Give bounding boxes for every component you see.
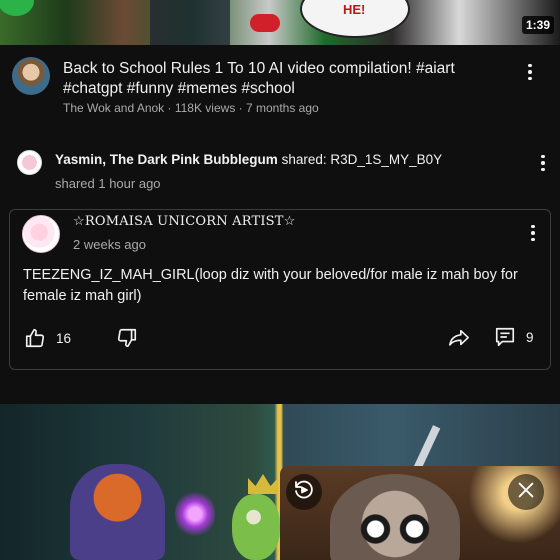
shared-post-header: Yasmin, The Dark Pink Bubblegum shared: … [0, 140, 560, 200]
dislike-button[interactable] [116, 327, 138, 349]
thumbnail-potion [175, 489, 215, 539]
post-body-text: TEEZENG_IZ_MAH_GIRL(loop diz with your b… [23, 267, 518, 304]
close-mini-player-button[interactable] [508, 474, 544, 510]
post-time: 2 weeks ago [73, 237, 146, 252]
replay-icon [292, 478, 316, 507]
comments-button[interactable]: 9 [494, 325, 534, 349]
thumbnail-chameleon-character [232, 494, 280, 560]
shared-text: shared: R3D_1S_MY_B0Y [277, 152, 443, 167]
share-button[interactable] [447, 327, 471, 349]
replay-button[interactable] [286, 474, 322, 510]
like-count: 16 [56, 330, 72, 346]
post-author-name[interactable]: ☆ROMAISA UNICORN ARTIST☆ [73, 214, 296, 229]
post-author-avatar[interactable] [22, 215, 60, 253]
more-vert-icon[interactable] [524, 222, 542, 244]
sharer-name[interactable]: Yasmin, The Dark Pink Bubblegum [55, 152, 278, 167]
video-info-row[interactable]: Back to School Rules 1 To 10 AI video co… [0, 45, 560, 130]
video-duration-badge: 1:39 [521, 16, 554, 34]
top-video-thumbnail[interactable]: HE! 1:39 [0, 0, 560, 45]
shared-by-line[interactable]: Yasmin, The Dark Pink Bubblegum shared: … [55, 152, 442, 167]
video-meta: The Wok and Anok · 118K views · 7 months… [63, 101, 319, 115]
community-post-card[interactable]: ☆ROMAISA UNICORN ARTIST☆ 2 weeks ago TEE… [9, 209, 551, 370]
thumbnail-character [150, 0, 230, 45]
share-icon [447, 327, 471, 349]
thumbnail-crown [248, 474, 278, 494]
thumbnail-red-shoe [250, 14, 280, 32]
sharer-avatar[interactable] [17, 150, 42, 175]
comment-icon [494, 325, 516, 349]
post-action-bar: 16 9 [10, 322, 550, 352]
comment-count: 9 [526, 329, 534, 345]
thumbnail-green-badge [0, 0, 34, 16]
more-vert-icon[interactable] [534, 152, 552, 174]
mini-player-video-frame [330, 474, 460, 560]
channel-avatar[interactable] [12, 57, 50, 95]
close-icon [515, 479, 537, 506]
feed-screen: HE! 1:39 Back to School Rules 1 To 10 AI… [0, 0, 560, 560]
thumbnail-fox-character [70, 464, 165, 560]
more-vert-icon[interactable] [521, 61, 539, 83]
thumbnail-speech-text: HE! [343, 2, 366, 17]
video-title[interactable]: Back to School Rules 1 To 10 AI video co… [63, 59, 493, 99]
mini-player[interactable] [280, 466, 560, 560]
like-button[interactable]: 16 [24, 327, 71, 349]
thumbs-up-icon [24, 327, 46, 349]
thumbs-down-icon [116, 327, 138, 349]
shared-time: shared 1 hour ago [55, 176, 161, 191]
